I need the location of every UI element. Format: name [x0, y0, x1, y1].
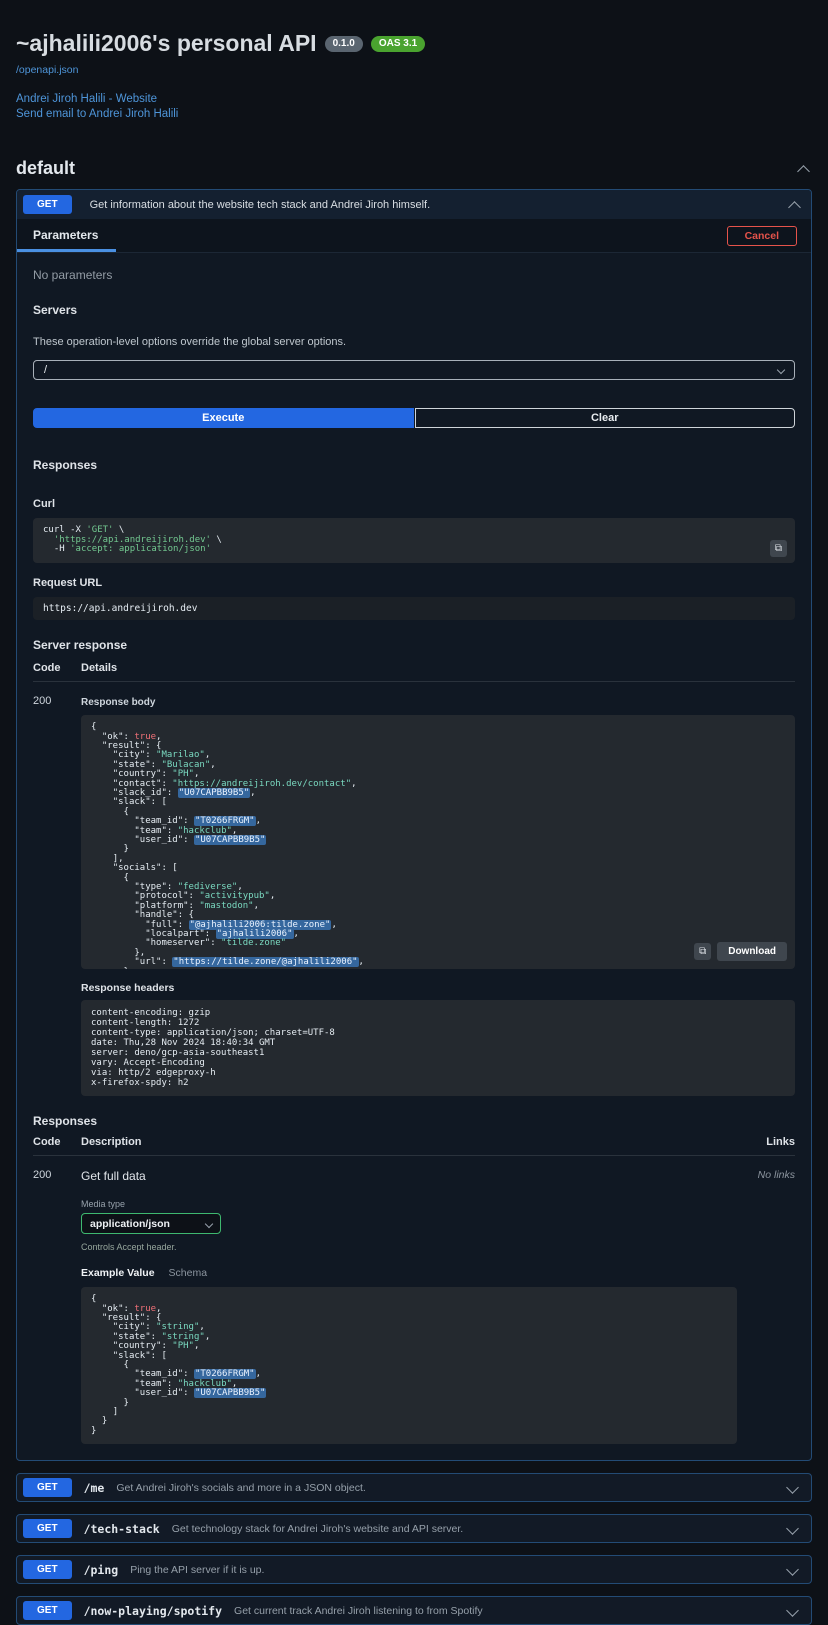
doc-links-value: No links	[737, 1169, 795, 1444]
operation-path: /ping	[84, 1563, 119, 1577]
doc-links-header: Links	[737, 1136, 795, 1148]
expand-chevron-down-icon[interactable]	[786, 1522, 799, 1535]
operation-path: /me	[84, 1481, 105, 1495]
media-select-chevron-down-icon	[205, 1219, 213, 1227]
get-method-badge: GET	[23, 1601, 72, 1620]
clear-button[interactable]: Clear	[415, 408, 796, 428]
servers-section: Servers These operation-level options ov…	[17, 295, 811, 380]
example-code-block: { "ok": true, "result": { "city": "strin…	[81, 1287, 737, 1444]
api-title-text: ~ajhalili2006's personal API	[16, 30, 317, 57]
server-response-label: Server response	[33, 638, 795, 652]
opblock-get-root: GET Get information about the website te…	[16, 189, 812, 1461]
swagger-page: ~ajhalili2006's personal API 0.1.0 OAS 3…	[0, 0, 828, 1625]
doc-response-description-cell: Get full data Media type application/jso…	[81, 1169, 737, 1444]
section-chevron-up-icon[interactable]	[797, 165, 810, 178]
opblock-get-ping[interactable]: GET /ping Ping the API server if it is u…	[16, 1555, 812, 1584]
doc-response-row: 200 Get full data Media type application…	[33, 1156, 795, 1444]
server-select-value: /	[44, 364, 47, 376]
response-body-actions: ⧉ Download	[694, 942, 787, 961]
servers-title: Servers	[33, 303, 795, 317]
tab-schema[interactable]: Schema	[169, 1267, 208, 1279]
response-headers-label: Response headers	[81, 982, 795, 994]
operation-path: /tech-stack	[84, 1522, 160, 1536]
live-status-code: 200	[33, 695, 81, 1096]
expand-chevron-down-icon[interactable]	[786, 1481, 799, 1494]
select-chevron-down-icon	[777, 366, 785, 374]
operation-summary-text: Ping the API server if it is up.	[130, 1564, 264, 1576]
spec-url-link[interactable]: /openapi.json	[16, 64, 78, 76]
curl-code-block: curl -X 'GET' \ 'https://api.andreijiroh…	[33, 518, 795, 563]
operation-summary-text: Get Andrei Jiroh's socials and more in a…	[116, 1482, 365, 1494]
opblock-get-now-playing-spotify[interactable]: GET /now-playing/spotify Get current tra…	[16, 1596, 812, 1625]
execute-button[interactable]: Execute	[33, 408, 414, 428]
live-response-row: 200 Response body { "ok": true, "result"…	[33, 682, 795, 1096]
response-copy-button[interactable]: ⧉	[694, 943, 711, 960]
parameters-tabbar: Parameters Cancel	[17, 219, 811, 253]
website-link[interactable]: Andrei Jiroh Halili - Website	[16, 92, 812, 107]
request-url-value: https://api.andreijiroh.dev	[33, 597, 795, 620]
download-button[interactable]: Download	[717, 942, 787, 961]
live-details-header: Details	[81, 662, 795, 674]
response-headers-block: content-encoding: gzip content-length: 1…	[81, 1000, 795, 1096]
operation-summary-text: Get current track Andrei Jiroh listening…	[234, 1605, 483, 1617]
get-method-badge: GET	[23, 1519, 72, 1538]
copy-icon: ⧉	[699, 947, 706, 957]
version-badge: 0.1.0	[325, 36, 363, 52]
cancel-button[interactable]: Cancel	[727, 226, 797, 246]
example-tabs: Example Value Schema	[81, 1267, 737, 1279]
doc-response-description: Get full data	[81, 1169, 737, 1183]
get-method-badge: GET	[23, 1560, 72, 1579]
curl-copy-button[interactable]: ⧉	[770, 540, 787, 557]
doc-responses-table-header: Code Description Links	[33, 1136, 795, 1156]
live-response-details: Response body { "ok": true, "result": { …	[81, 695, 795, 1096]
servers-note: These operation-level options override t…	[33, 336, 795, 348]
controls-accept-note: Controls Accept header.	[81, 1242, 737, 1252]
response-body-block: { "ok": true, "result": { "city": "Maril…	[81, 715, 795, 969]
live-response-table-header: Code Details	[33, 662, 795, 682]
contact-links: Andrei Jiroh Halili - Website Send email…	[16, 92, 812, 122]
media-type-value: application/json	[90, 1218, 170, 1230]
doc-description-header: Description	[81, 1136, 737, 1148]
operation-summary-text: Get information about the website tech s…	[90, 199, 431, 211]
execute-row: Execute Clear	[33, 408, 795, 428]
operation-path: /now-playing/spotify	[84, 1604, 222, 1618]
no-parameters-text: No parameters	[17, 253, 811, 295]
media-type-select[interactable]: application/json	[81, 1213, 221, 1234]
opblock-get-tech-stack[interactable]: GET /tech-stack Get technology stack for…	[16, 1514, 812, 1543]
section-title: default	[16, 158, 75, 179]
collapse-chevron-up-icon[interactable]	[788, 201, 801, 214]
operation-summary-text: Get technology stack for Andrei Jiroh's …	[172, 1523, 464, 1535]
tab-example-value[interactable]: Example Value	[81, 1267, 155, 1279]
expand-chevron-down-icon[interactable]	[786, 1563, 799, 1576]
curl-label: Curl	[33, 498, 795, 510]
get-method-badge: GET	[23, 1478, 72, 1497]
api-info-header: ~ajhalili2006's personal API 0.1.0 OAS 3…	[0, 0, 828, 122]
responses-wrapper: Responses Curl curl -X 'GET' \ 'https://…	[17, 458, 811, 1460]
api-title: ~ajhalili2006's personal API 0.1.0 OAS 3…	[16, 30, 812, 57]
expand-chevron-down-icon[interactable]	[786, 1604, 799, 1617]
response-body-label: Response body	[81, 697, 795, 708]
doc-responses-title: Responses	[33, 1114, 795, 1128]
doc-status-code: 200	[33, 1169, 81, 1444]
tab-parameters[interactable]: Parameters	[17, 219, 116, 252]
copy-icon: ⧉	[775, 544, 782, 554]
live-code-header: Code	[33, 662, 81, 674]
oas-badge: OAS 3.1	[371, 36, 425, 52]
opblock-get-me[interactable]: GET /me Get Andrei Jiroh's socials and m…	[16, 1473, 812, 1502]
tag-section-default[interactable]: default	[0, 122, 828, 189]
doc-code-header: Code	[33, 1136, 81, 1148]
opblock-get-root-summary[interactable]: GET Get information about the website te…	[17, 190, 811, 219]
responses-title: Responses	[33, 458, 795, 472]
email-link[interactable]: Send email to Andrei Jiroh Halili	[16, 107, 812, 122]
media-type-label: Media type	[81, 1199, 737, 1209]
get-method-badge: GET	[23, 195, 72, 214]
request-url-label: Request URL	[33, 577, 795, 589]
server-select[interactable]: /	[33, 360, 795, 380]
